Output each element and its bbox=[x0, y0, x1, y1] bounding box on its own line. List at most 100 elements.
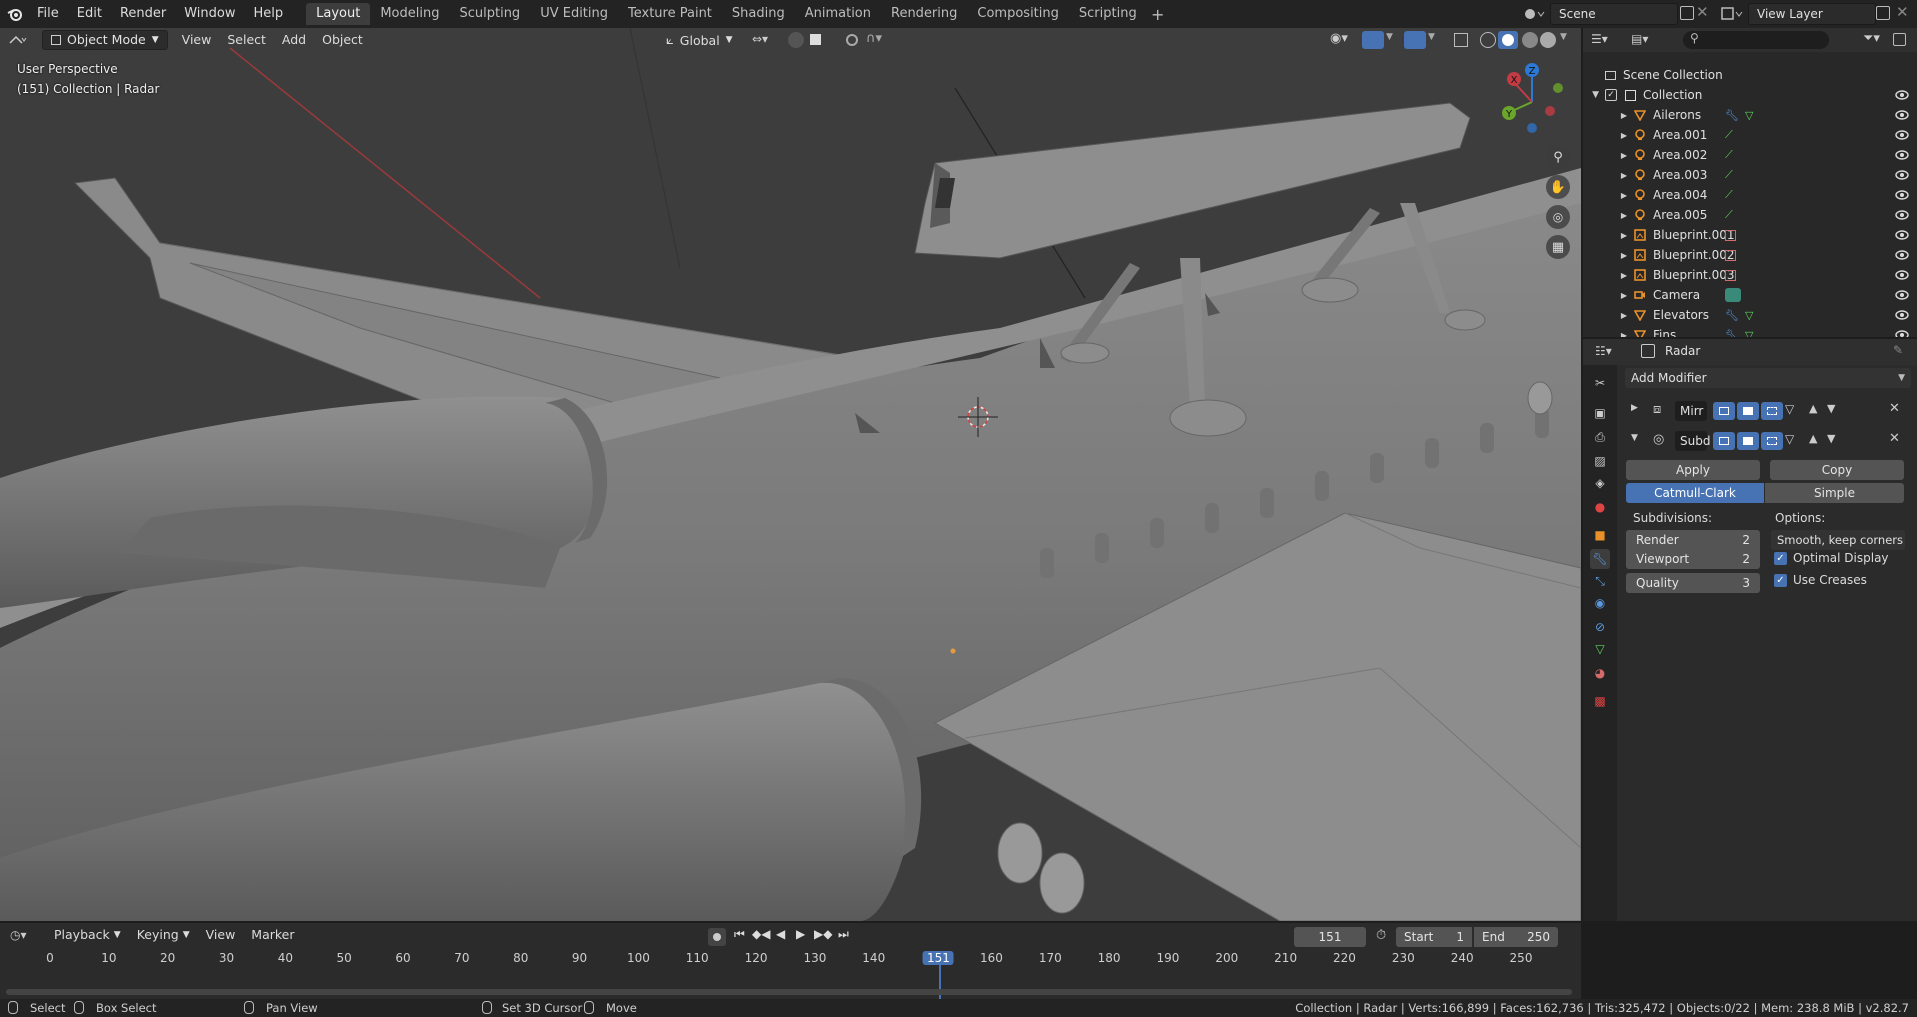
tab-layout[interactable]: Layout bbox=[306, 3, 371, 25]
expand-arrow-icon[interactable]: ▶ bbox=[1583, 191, 1633, 200]
marker-menu[interactable]: Marker bbox=[243, 925, 302, 945]
view-layer-tab-icon[interactable]: ▨ bbox=[1590, 451, 1610, 471]
timeline-scrollbar[interactable] bbox=[6, 989, 1572, 995]
perspective-toggle-icon[interactable]: ▦ bbox=[1546, 235, 1570, 259]
collapse-arrow-icon[interactable]: ▼ bbox=[1631, 433, 1638, 443]
menu-edit[interactable]: Edit bbox=[68, 0, 111, 28]
constraints-tab-icon[interactable]: ⊘ bbox=[1590, 617, 1610, 637]
play-icon[interactable]: ▶ bbox=[796, 927, 805, 941]
outliner-item[interactable]: ▶ Ailerons 🔧︎ ▽ bbox=[1583, 105, 1917, 125]
render-levels-field[interactable]: Render 2 bbox=[1626, 530, 1760, 550]
wireframe-shading-icon[interactable] bbox=[1480, 32, 1496, 48]
move-down-icon[interactable]: ▼ bbox=[1827, 432, 1835, 445]
start-frame-field[interactable]: Start 1 bbox=[1396, 927, 1472, 947]
timeline-editor-type-icon[interactable]: ◷▾ bbox=[10, 928, 38, 942]
tab-rendering[interactable]: Rendering bbox=[881, 3, 967, 25]
jump-end-icon[interactable]: ⏭ bbox=[838, 927, 849, 942]
tab-sculpting[interactable]: Sculpting bbox=[449, 3, 530, 25]
add-workspace-button[interactable]: + bbox=[1147, 5, 1169, 24]
outliner-item[interactable]: ▶ Elevators 🔧︎ ▽ bbox=[1583, 305, 1917, 325]
expand-arrow-icon[interactable]: ▼ bbox=[1583, 90, 1605, 100]
expand-arrow-icon[interactable]: ▶ bbox=[1583, 271, 1633, 280]
overlays-dropdown-icon[interactable]: ▼ bbox=[1428, 32, 1435, 42]
editmode-toggle-icon[interactable] bbox=[1713, 432, 1735, 450]
cage-toggle-icon[interactable]: ▽ bbox=[1785, 432, 1794, 446]
expand-arrow-icon[interactable]: ▶ bbox=[1583, 291, 1633, 300]
viewport-menu-select[interactable]: Select bbox=[219, 30, 274, 50]
outliner-item[interactable]: ▶ Area.004 ⟋ bbox=[1583, 185, 1917, 205]
viewport-menu-view[interactable]: View bbox=[174, 30, 220, 50]
pan-hand-icon[interactable]: ✋ bbox=[1546, 175, 1570, 199]
overlays-toggle-icon[interactable] bbox=[1404, 31, 1426, 49]
mode-dropdown[interactable]: Object Mode ▼ bbox=[42, 30, 168, 50]
scene-tab-icon[interactable]: ◈ bbox=[1590, 473, 1610, 493]
end-frame-field[interactable]: End 250 bbox=[1474, 927, 1558, 947]
physics-tab-icon[interactable]: ◉ bbox=[1590, 593, 1610, 613]
editmode-toggle-icon[interactable] bbox=[1713, 402, 1735, 420]
menu-help[interactable]: Help bbox=[245, 0, 293, 28]
scene-field[interactable]: Scene bbox=[1550, 3, 1678, 25]
tool-tab-icon[interactable]: ✂ bbox=[1590, 373, 1610, 393]
outliner-item[interactable]: ▶ Area.001 ⟋ bbox=[1583, 125, 1917, 145]
render-toggle-icon[interactable] bbox=[1761, 402, 1783, 420]
expand-arrow-icon[interactable]: ▶ bbox=[1583, 171, 1633, 180]
next-keyframe-icon[interactable]: ▶◆ bbox=[814, 927, 832, 941]
move-up-icon[interactable]: ▲ bbox=[1809, 402, 1817, 415]
expand-arrow-icon[interactable]: ▶ bbox=[1583, 151, 1633, 160]
scene-selector-icon[interactable] bbox=[1522, 5, 1546, 23]
eye-icon[interactable] bbox=[1895, 150, 1909, 160]
add-modifier-dropdown[interactable]: Add Modifier ▼ bbox=[1625, 368, 1911, 388]
view-layer-icon[interactable] bbox=[1720, 5, 1744, 23]
playback-menu[interactable]: Playback ▼ bbox=[46, 925, 129, 945]
axis-gizmo[interactable]: Z Y X bbox=[1492, 62, 1572, 142]
eye-icon[interactable] bbox=[1895, 230, 1909, 240]
optimal-display-checkbox[interactable]: ✓ bbox=[1774, 552, 1787, 565]
move-down-icon[interactable]: ▼ bbox=[1827, 402, 1835, 415]
delete-view-layer-icon[interactable]: ✕ bbox=[1896, 3, 1909, 21]
render-toggle-icon[interactable] bbox=[1761, 432, 1783, 450]
collection-row[interactable]: ▼ ✓ Collection bbox=[1583, 85, 1917, 105]
quality-field[interactable]: Quality 3 bbox=[1626, 573, 1760, 593]
scene-collection-row[interactable]: Scene Collection bbox=[1583, 65, 1917, 85]
current-frame-field[interactable]: 151 bbox=[1294, 927, 1366, 947]
prev-keyframe-icon[interactable]: ◆◀ bbox=[752, 927, 770, 941]
zoom-icon[interactable]: ⚲ bbox=[1546, 145, 1570, 169]
gizmo-dropdown-icon[interactable]: ▼ bbox=[1386, 32, 1393, 42]
blender-logo-icon[interactable] bbox=[2, 0, 28, 28]
outliner-item[interactable]: ▶ Area.005 ⟋ bbox=[1583, 205, 1917, 225]
outliner-item[interactable]: ▶ Blueprint.002 bbox=[1583, 245, 1917, 265]
eye-icon[interactable] bbox=[1895, 130, 1909, 140]
world-tab-icon[interactable]: ● bbox=[1590, 497, 1610, 517]
snap-icon[interactable] bbox=[788, 32, 804, 48]
snap-target-icon[interactable] bbox=[810, 34, 821, 45]
new-scene-icon[interactable] bbox=[1680, 6, 1694, 20]
data-tab-icon[interactable]: ▽ bbox=[1590, 639, 1610, 659]
menu-window[interactable]: Window bbox=[175, 0, 244, 28]
3d-viewport[interactable]: Object Mode ▼ View Select Add Object ⟀ G… bbox=[0, 28, 1581, 921]
menu-file[interactable]: File bbox=[28, 0, 68, 28]
proportional-edit-icon[interactable] bbox=[846, 34, 858, 46]
catmull-clark-button[interactable]: Catmull-Clark bbox=[1626, 483, 1764, 503]
viewport-menu-add[interactable]: Add bbox=[274, 30, 314, 50]
delete-scene-icon[interactable]: ✕ bbox=[1696, 3, 1709, 21]
transform-orientation-dropdown[interactable]: ⟀ Global ▼ bbox=[666, 30, 733, 50]
eye-icon[interactable] bbox=[1895, 270, 1909, 280]
xray-icon[interactable] bbox=[1454, 33, 1468, 47]
outliner-item[interactable]: ▶ Blueprint.003 bbox=[1583, 265, 1917, 285]
apply-button[interactable]: Apply bbox=[1626, 460, 1760, 480]
tab-modeling[interactable]: Modeling bbox=[370, 3, 449, 25]
expand-arrow-icon[interactable]: ▶ bbox=[1583, 331, 1633, 338]
viewport-toggle-icon[interactable] bbox=[1737, 432, 1759, 450]
eye-icon[interactable] bbox=[1895, 90, 1909, 100]
keying-menu[interactable]: Keying ▼ bbox=[129, 925, 198, 945]
tab-shading[interactable]: Shading bbox=[722, 3, 795, 25]
gizmo-toggle-icon[interactable] bbox=[1362, 31, 1384, 49]
tab-texture-paint[interactable]: Texture Paint bbox=[618, 3, 722, 25]
remove-modifier-icon[interactable]: ✕ bbox=[1889, 401, 1900, 416]
expand-arrow-icon[interactable]: ▶ bbox=[1583, 111, 1633, 120]
visibility-icon[interactable]: ◉▾ bbox=[1330, 31, 1348, 46]
uv-smooth-dropdown[interactable]: Smooth, keep corners bbox=[1771, 530, 1905, 550]
viewport-menu-object[interactable]: Object bbox=[314, 30, 371, 50]
expand-arrow-icon[interactable]: ▶ bbox=[1583, 311, 1633, 320]
solid-shading-icon[interactable] bbox=[1498, 31, 1518, 49]
